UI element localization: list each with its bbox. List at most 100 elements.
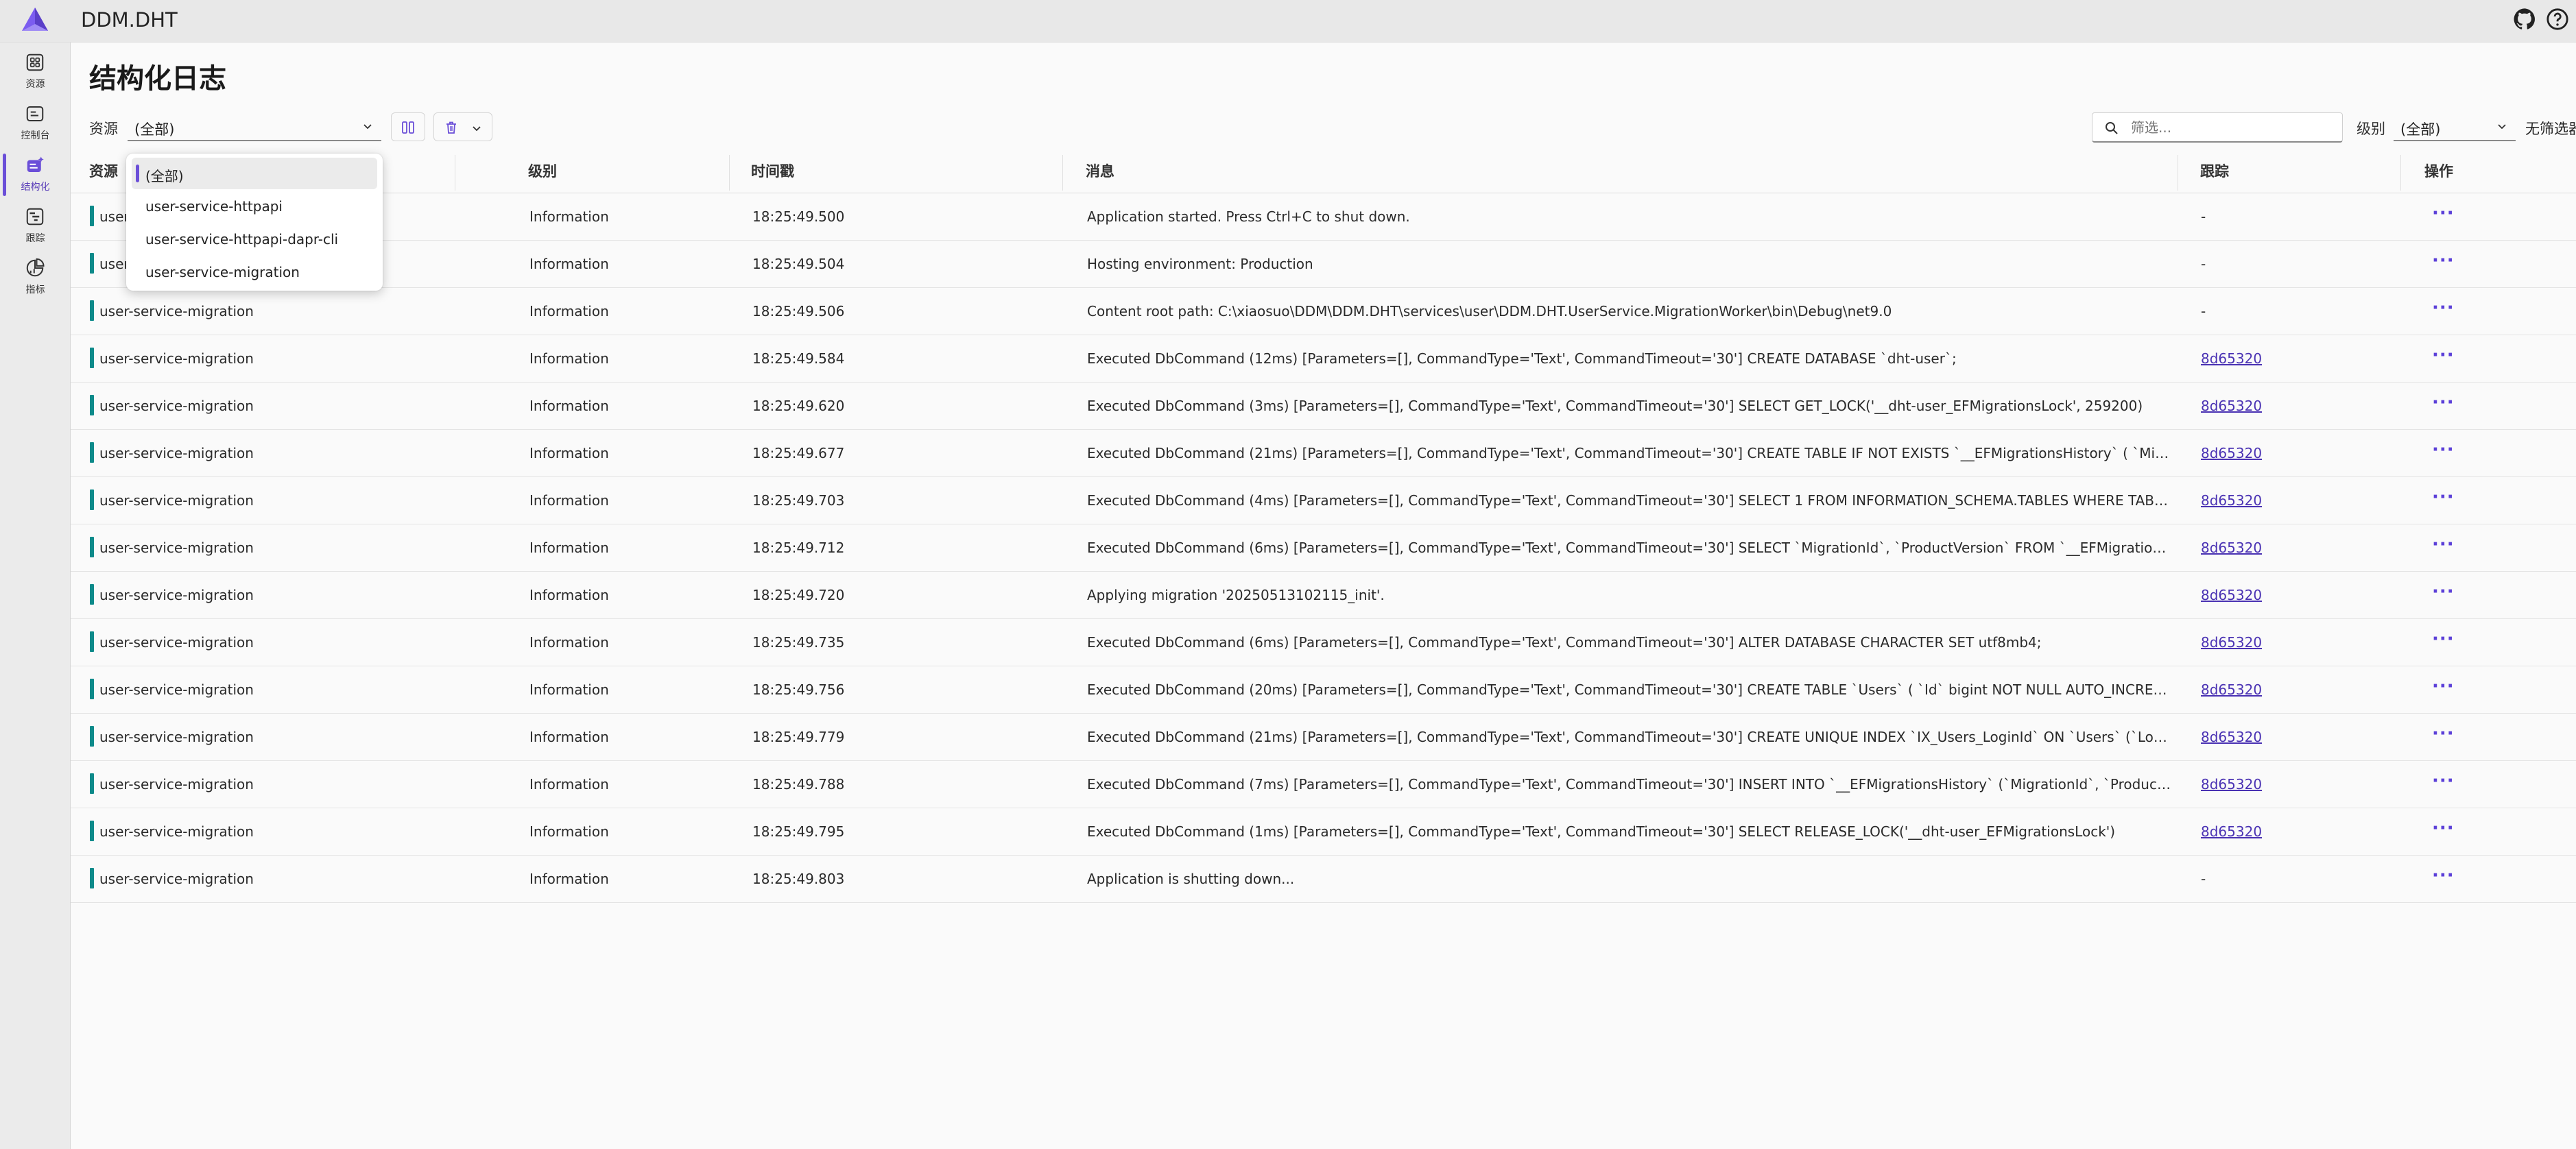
column-header-trace[interactable]: 跟踪	[2200, 160, 2229, 181]
sidebar-item-label: 指标	[25, 285, 45, 295]
table-row[interactable]: user-service-migrationInformation18:25:4…	[71, 856, 2576, 903]
trace-link[interactable]: 8d65320	[2201, 587, 2393, 603]
chevron-down-icon	[473, 126, 481, 132]
dropdown-option[interactable]: (全部)	[132, 158, 377, 189]
cell-message: Executed DbCommand (12ms) [Parameters=[]…	[1087, 350, 1957, 367]
column-header-actions[interactable]: 操作	[2424, 160, 2453, 181]
table-row[interactable]: user-service-migrationInformation18:25:4…	[71, 288, 2576, 335]
cell-level: Information	[529, 303, 609, 319]
sidebar-item-resources[interactable]: 资源	[0, 48, 71, 96]
cell-message: Applying migration '20250513102115_init'…	[1087, 587, 1385, 603]
sidebar-item-console[interactable]: 控制台	[0, 99, 71, 147]
cell-message: Executed DbCommand (1ms) [Parameters=[],…	[1087, 823, 2116, 840]
row-actions-button[interactable]: ···	[2432, 676, 2455, 697]
dropdown-option[interactable]: user-service-httpapi	[132, 191, 377, 222]
cell-resource: user-service-migration	[99, 445, 254, 461]
no-filter-label[interactable]: 无筛选器	[2525, 118, 2576, 138]
table-row[interactable]: user-service-migration Information 18:25:4…	[71, 666, 2576, 714]
table-row[interactable]: user-service-migrationInformation18:25:4…	[71, 572, 2576, 619]
table-row[interactable]: user-service-migrationInformation18:25:4…	[71, 335, 2576, 383]
cell-timestamp: 18:25:49.756	[752, 681, 845, 698]
table-row[interactable]: user-service-migrationInformation18:25:4…	[71, 619, 2576, 666]
row-actions-button[interactable]: ···	[2432, 345, 2455, 365]
trace-link[interactable]: 8d65320	[2201, 681, 2393, 698]
trace-link[interactable]: 8d65320	[2201, 492, 2393, 509]
cell-trace: -	[2201, 208, 2206, 225]
chevron-down-icon	[363, 124, 372, 130]
resource-select[interactable]: (全部)	[128, 112, 381, 141]
cell-message: Executed DbCommand (6ms) [Parameters=[],…	[1087, 540, 2173, 556]
column-divider[interactable]	[1062, 155, 1063, 191]
column-toggle-button[interactable]	[391, 112, 425, 141]
resource-color-indicator	[90, 726, 94, 747]
dropdown-option[interactable]: user-service-httpapi-dapr-cli	[132, 223, 377, 255]
table-row[interactable]: user-service-migrationInformation18:25:4…	[71, 714, 2576, 761]
row-actions-button[interactable]: ···	[2432, 487, 2455, 507]
clear-logs-button[interactable]	[433, 112, 492, 141]
row-actions-button[interactable]: ···	[2432, 250, 2455, 271]
structured-logs-icon	[27, 156, 44, 172]
cell-level: Information	[529, 492, 609, 509]
trace-link[interactable]: 8d65320	[2201, 445, 2393, 461]
row-actions-button[interactable]: ···	[2432, 723, 2455, 744]
column-header-resource[interactable]: 资源	[89, 160, 118, 181]
row-actions-button[interactable]: ···	[2432, 534, 2455, 555]
row-actions-button[interactable]: ···	[2432, 439, 2455, 460]
sidebar-item-label: 结构化	[21, 182, 50, 193]
cell-trace: -	[2201, 303, 2206, 319]
table-row[interactable]: user-service-migrationInformation18:25:4…	[71, 241, 2576, 288]
cell-level: Information	[529, 871, 609, 887]
dropdown-option[interactable]: user-service-migration	[132, 256, 377, 288]
github-icon[interactable]	[2513, 8, 2536, 31]
row-actions-button[interactable]: ···	[2432, 581, 2455, 602]
table-row[interactable]: user-service-migrationInformation18:25:4…	[71, 761, 2576, 808]
app-title: DDM.DHT	[81, 8, 178, 32]
cell-message: Executed DbCommand (21ms) [Parameters=[]…	[1087, 445, 2173, 461]
cell-timestamp: 18:25:49.620	[752, 398, 845, 414]
column-divider[interactable]	[2400, 155, 2401, 191]
search-field[interactable]	[2092, 112, 2343, 143]
app-logo-icon[interactable]	[21, 6, 49, 32]
table-row[interactable]: user-service-migrationInformation18:25:4…	[71, 808, 2576, 856]
trace-link[interactable]: 8d65320	[2201, 350, 2393, 367]
row-actions-button[interactable]: ···	[2432, 392, 2455, 413]
sidebar-item-traces[interactable]: 跟踪	[0, 202, 71, 250]
row-actions-button[interactable]: ···	[2432, 203, 2455, 223]
row-actions-button[interactable]: ···	[2432, 865, 2455, 886]
search-input[interactable]	[2131, 117, 2330, 138]
trace-link[interactable]: 8d65320	[2201, 634, 2393, 651]
row-actions-button[interactable]: ···	[2432, 629, 2455, 649]
column-header-message[interactable]: 消息	[1086, 160, 1114, 181]
resource-color-indicator	[90, 868, 94, 888]
trace-link[interactable]: 8d65320	[2201, 823, 2393, 840]
sidebar-item-structured[interactable]: 结构化	[0, 151, 71, 199]
cell-timestamp: 18:25:49.803	[752, 871, 845, 887]
cell-timestamp: 18:25:49.677	[752, 445, 845, 461]
column-divider[interactable]	[729, 155, 730, 191]
sidebar-item-metrics[interactable]: 指标	[0, 254, 71, 302]
level-select[interactable]: (全部)	[2394, 112, 2516, 141]
resource-color-indicator	[90, 300, 94, 321]
trace-link[interactable]: 8d65320	[2201, 398, 2393, 414]
table-row[interactable]: user-service-migrationInformation18:25:4…	[71, 383, 2576, 430]
cell-level: Information	[529, 681, 609, 698]
trace-link[interactable]: 8d65320	[2201, 540, 2393, 556]
cell-resource: user-service-migration	[99, 398, 254, 414]
row-actions-button[interactable]: ···	[2432, 818, 2455, 838]
help-icon[interactable]	[2546, 8, 2569, 31]
table-row[interactable]: user-service-migrationInformation18:25:4…	[71, 477, 2576, 524]
cell-level: Information	[529, 634, 609, 651]
table-row[interactable]: user-service-migrationInformation18:25:4…	[71, 430, 2576, 477]
cell-resource: user-service-migration	[99, 492, 254, 509]
table-row[interactable]: user-service-migrationInformation18:25:4…	[71, 193, 2576, 241]
cell-level: Information	[529, 776, 609, 793]
row-actions-button[interactable]: ···	[2432, 771, 2455, 791]
trace-link[interactable]: 8d65320	[2201, 729, 2393, 745]
column-header-level[interactable]: 级别	[528, 160, 557, 181]
columns-icon	[402, 121, 414, 134]
column-header-timestamp[interactable]: 时间戳	[751, 160, 794, 181]
table-row[interactable]: user-service-migrationInformation18:25:4…	[71, 524, 2576, 572]
trace-link[interactable]: 8d65320	[2201, 776, 2393, 793]
row-actions-button[interactable]: ···	[2432, 298, 2455, 318]
cell-resource: user-service-migration	[99, 681, 254, 698]
